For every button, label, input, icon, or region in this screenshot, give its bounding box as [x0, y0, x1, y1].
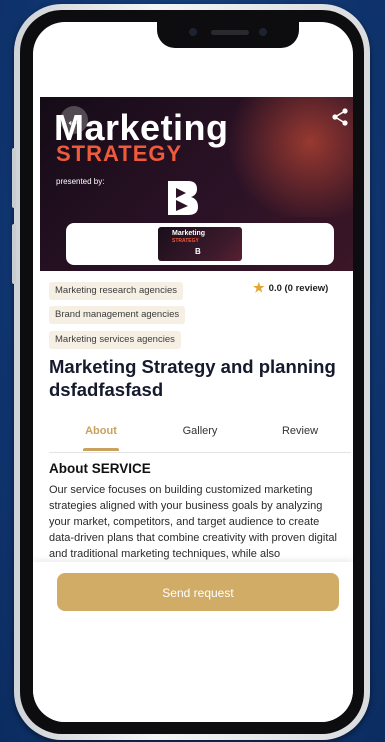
service-banner: Marketing STRATEGY ← presented by: Marke… [40, 97, 353, 271]
rating-text: 0.0 (0 review) [268, 283, 329, 294]
tab-about[interactable]: About [61, 425, 141, 437]
detail-tabs: About Gallery Review [49, 422, 351, 453]
brand-logo [168, 181, 198, 215]
star-icon: ★ [253, 280, 265, 295]
banner-title-line2: STRATEGY [56, 141, 183, 166]
category-tag: Marketing research agencies [49, 282, 183, 300]
phone-notch [157, 22, 299, 48]
phone-side-button [12, 148, 16, 208]
tab-gallery[interactable]: Gallery [160, 425, 240, 437]
thumbnail-title-line2: STRATEGY [172, 238, 199, 244]
app-screen: Marketing STRATEGY ← presented by: Marke… [33, 22, 353, 722]
banner-thumbnail-card: Marketing STRATEGY B [66, 223, 334, 265]
front-camera [189, 28, 197, 36]
bottom-action-bar: Send request [33, 562, 353, 722]
back-arrow-icon: ← [65, 110, 83, 130]
share-icon[interactable] [330, 107, 350, 127]
front-sensor [259, 28, 267, 36]
about-heading: About SERVICE [49, 461, 151, 476]
thumbnail-title-line1: Marketing [172, 230, 206, 237]
about-description: Our service focuses on building customiz… [49, 484, 337, 560]
send-request-button[interactable]: Send request [57, 573, 339, 611]
earpiece-speaker [211, 30, 249, 35]
tab-review[interactable]: Review [260, 425, 340, 437]
category-tag: Brand management agencies [49, 306, 186, 324]
phone-side-button [12, 224, 16, 284]
back-button[interactable]: ← [60, 106, 88, 134]
banner-thumbnail: Marketing STRATEGY B [158, 227, 242, 261]
thumbnail-logo: B [195, 247, 201, 256]
rating-summary: ★ 0.0 (0 review) [253, 280, 328, 296]
category-tag: Marketing services agencies [49, 331, 181, 349]
presented-by-label: presented by: [56, 177, 105, 186]
service-title: Marketing Strategy and planning dsfadfas… [49, 356, 336, 400]
active-tab-indicator [83, 448, 119, 451]
